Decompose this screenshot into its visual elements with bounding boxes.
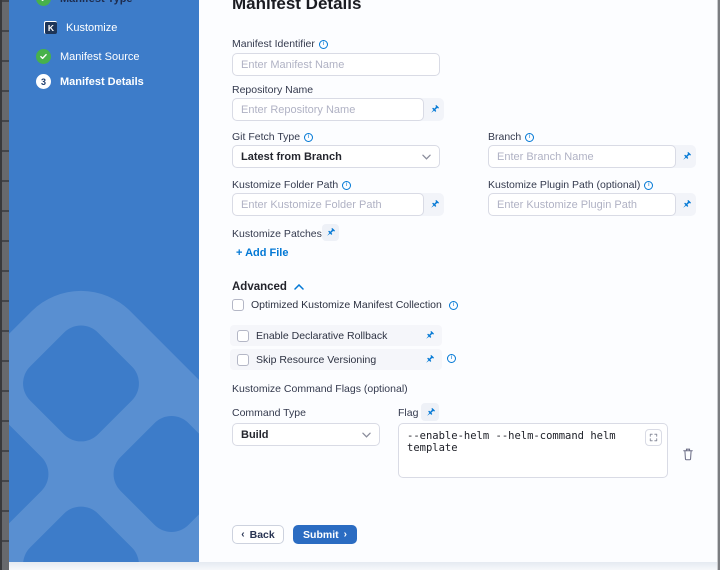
declarative-rollback-row: Enable Declarative Rollback bbox=[230, 325, 442, 346]
info-icon[interactable] bbox=[644, 181, 653, 190]
step-manifest-type[interactable]: Manifest Type bbox=[36, 0, 133, 6]
info-icon[interactable] bbox=[304, 133, 313, 142]
info-icon[interactable] bbox=[447, 354, 456, 363]
chevron-up-icon bbox=[294, 284, 304, 290]
info-icon[interactable] bbox=[449, 301, 458, 310]
optimized-collection-row: Optimized Kustomize Manifest Collection bbox=[232, 299, 458, 311]
kustomize-folder-path-input[interactable] bbox=[232, 193, 424, 216]
submit-button[interactable]: Submit › bbox=[293, 525, 357, 544]
branch-field bbox=[488, 145, 696, 168]
trash-icon[interactable] bbox=[682, 447, 694, 461]
git-fetch-type-select[interactable]: Latest from Branch bbox=[232, 145, 440, 168]
kustomize-plugin-path-input[interactable] bbox=[488, 193, 676, 216]
branch-label: Branch bbox=[488, 131, 534, 143]
repository-name-field bbox=[232, 98, 444, 121]
kustomize-folder-path-field bbox=[232, 193, 444, 216]
repository-name-input[interactable] bbox=[232, 98, 424, 121]
git-fetch-type-label: Git Fetch Type bbox=[232, 131, 313, 143]
kustomize-plugin-path-label: Kustomize Plugin Path (optional) bbox=[488, 179, 653, 191]
skip-resource-versioning-row: Skip Resource Versioning bbox=[230, 349, 442, 370]
step-manifest-source[interactable]: Manifest Source bbox=[36, 49, 139, 64]
step-number-badge: 3 bbox=[36, 74, 51, 89]
add-file-link[interactable]: + Add File bbox=[236, 247, 288, 259]
step-label: Manifest Type bbox=[60, 0, 133, 5]
kustomize-folder-path-label: Kustomize Folder Path bbox=[232, 179, 351, 191]
manifest-identifier-label: Manifest Identifier bbox=[232, 38, 328, 50]
runtime-input-pin-icon[interactable] bbox=[424, 104, 444, 115]
repository-name-label: Repository Name bbox=[232, 84, 313, 96]
check-icon bbox=[36, 49, 51, 64]
optimized-collection-checkbox[interactable] bbox=[232, 299, 244, 311]
declarative-rollback-checkbox[interactable] bbox=[237, 330, 249, 342]
runtime-input-pin-icon[interactable] bbox=[424, 199, 444, 210]
manifest-wizard-modal: Manifest Type K Kustomize Manifest Sourc… bbox=[0, 0, 720, 570]
chevron-left-icon: ‹ bbox=[241, 530, 244, 540]
back-button[interactable]: ‹ Back bbox=[232, 525, 284, 544]
kustomize-k-icon: K bbox=[44, 21, 57, 34]
step-substep-kustomize[interactable]: K Kustomize bbox=[44, 21, 117, 34]
info-icon[interactable] bbox=[525, 133, 534, 142]
harness-logo-watermark bbox=[9, 262, 199, 562]
step-manifest-details-active[interactable]: 3 Manifest Details bbox=[36, 74, 144, 89]
advanced-section-toggle[interactable]: Advanced bbox=[232, 281, 304, 293]
runtime-input-pin-icon[interactable] bbox=[322, 224, 339, 241]
command-type-label: Command Type bbox=[232, 407, 306, 419]
runtime-input-pin-icon[interactable] bbox=[424, 354, 435, 365]
step-label: Kustomize bbox=[66, 22, 117, 34]
chevron-down-icon bbox=[362, 432, 371, 438]
flag-value-textarea[interactable]: --enable-helm --helm-command helm templa… bbox=[398, 423, 668, 478]
modal-bottom-edge bbox=[9, 562, 717, 570]
page-title: Manifest Details bbox=[232, 0, 361, 14]
runtime-input-pin-icon[interactable] bbox=[424, 330, 435, 341]
info-icon[interactable] bbox=[319, 40, 328, 49]
chevron-right-icon: › bbox=[344, 530, 347, 540]
runtime-input-pin-icon[interactable] bbox=[421, 403, 439, 421]
info-icon[interactable] bbox=[342, 181, 351, 190]
kustomize-patches-label: Kustomize Patches bbox=[232, 228, 335, 240]
step-label: Manifest Source bbox=[60, 51, 139, 63]
skip-resource-versioning-checkbox[interactable] bbox=[237, 354, 249, 366]
manifest-details-panel: Manifest Details Manifest Identifier Rep… bbox=[199, 0, 717, 562]
expand-editor-icon[interactable] bbox=[645, 429, 662, 446]
chevron-down-icon bbox=[422, 154, 431, 160]
step-label: Manifest Details bbox=[60, 76, 144, 88]
dimmed-page-edge bbox=[0, 0, 9, 570]
command-type-select[interactable]: Build bbox=[232, 423, 380, 446]
kustomize-plugin-path-field bbox=[488, 193, 696, 216]
branch-input[interactable] bbox=[488, 145, 676, 168]
runtime-input-pin-icon[interactable] bbox=[676, 151, 696, 162]
runtime-input-pin-icon[interactable] bbox=[676, 199, 696, 210]
command-flags-section-label: Kustomize Command Flags (optional) bbox=[232, 383, 408, 395]
wizard-steps-sidebar: Manifest Type K Kustomize Manifest Sourc… bbox=[9, 0, 199, 562]
check-icon bbox=[36, 0, 51, 6]
flag-label: Flag bbox=[398, 407, 418, 419]
manifest-identifier-input[interactable] bbox=[232, 53, 440, 76]
